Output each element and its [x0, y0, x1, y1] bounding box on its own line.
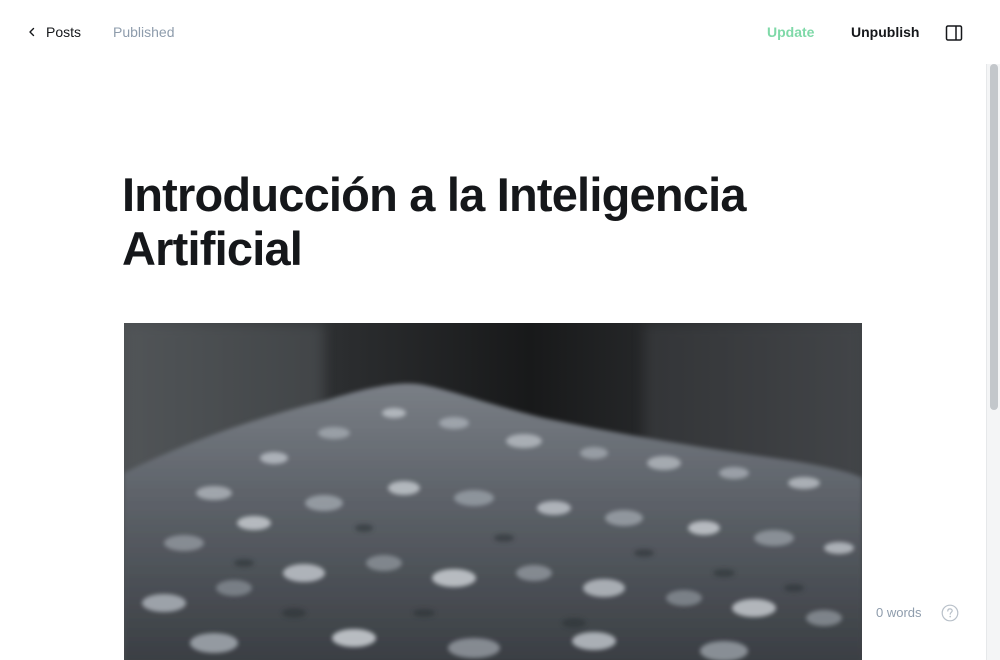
- feature-image[interactable]: [124, 323, 862, 660]
- editor-header: Posts Published Update Unpublish: [0, 0, 1000, 64]
- editor-scrollbar[interactable]: [986, 64, 1000, 660]
- post-status: Published: [113, 24, 175, 40]
- scrollbar-thumb[interactable]: [990, 64, 998, 410]
- word-count: 0 words: [876, 605, 922, 620]
- chevron-left-icon: [26, 26, 38, 38]
- question-mark-icon[interactable]: [941, 604, 959, 622]
- post-title[interactable]: Introducción a la Inteligencia Artificia…: [122, 168, 842, 276]
- post-editor: Introducción a la Inteligencia Artificia…: [0, 64, 986, 660]
- back-link-label: Posts: [46, 24, 82, 40]
- update-button[interactable]: Update: [767, 24, 814, 40]
- sidebar-toggle-icon[interactable]: [945, 24, 963, 42]
- unpublish-button[interactable]: Unpublish: [851, 24, 919, 40]
- back-to-posts-link[interactable]: Posts: [26, 22, 81, 42]
